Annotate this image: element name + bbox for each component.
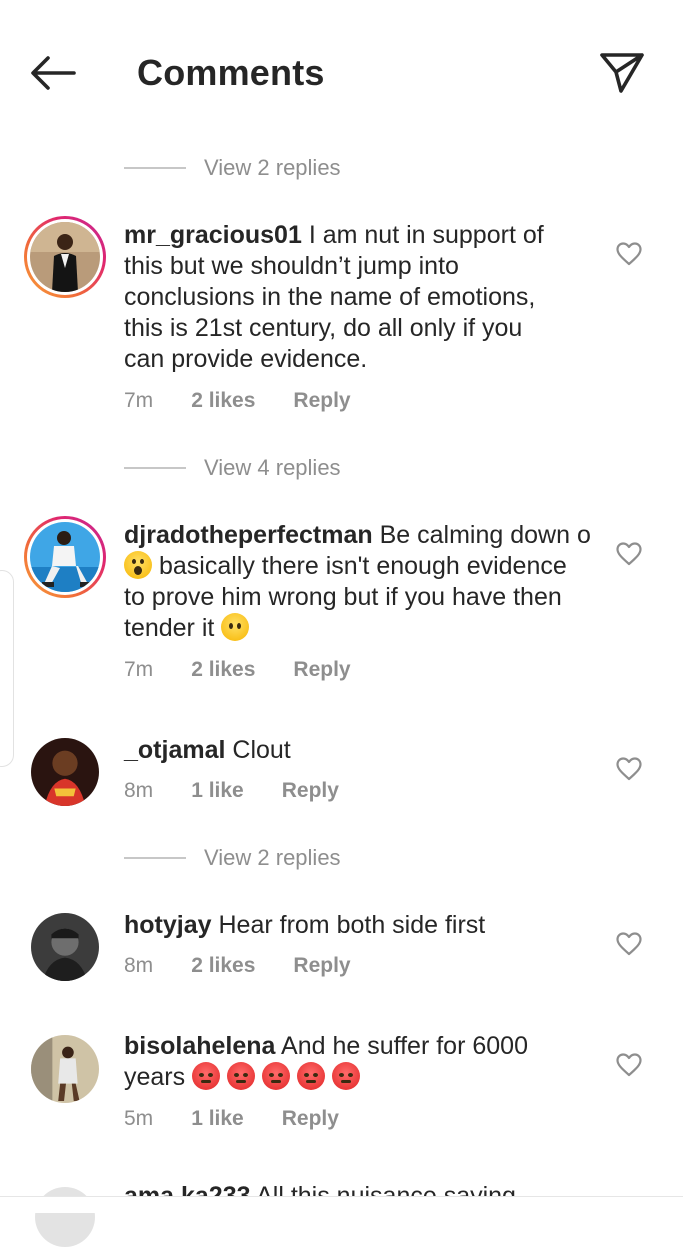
view-replies-button[interactable]: View 4 replies: [124, 453, 341, 483]
heart-outline-icon: [616, 542, 642, 566]
comment-text-block: bisolahelena And he suffer for 6000 year…: [124, 1031, 594, 1093]
no-mouth-emoji-icon: [221, 613, 250, 641]
heart-outline-icon: [616, 932, 642, 956]
reply-button[interactable]: Reply: [293, 954, 350, 978]
comment-meta: 5m 1 like Reply: [124, 1107, 339, 1131]
comment-text: basically there isn't enough evidence to…: [124, 552, 567, 642]
comment-text-block: djradotheperfectman Be calming down o ba…: [124, 520, 594, 644]
comment-time: 8m: [124, 954, 154, 977]
view-replies-label: View 2 replies: [204, 845, 341, 870]
comment-text-block: hotyjay Hear from both side first: [124, 910, 594, 941]
comment-time: 7m: [124, 658, 154, 681]
reply-button[interactable]: Reply: [282, 779, 339, 803]
heart-outline-icon: [616, 757, 642, 781]
side-panel-edge: [0, 570, 14, 767]
reply-button[interactable]: Reply: [293, 658, 350, 682]
paper-plane-icon: [600, 53, 644, 93]
header: Comments: [0, 0, 683, 130]
view-replies-label: View 2 replies: [204, 155, 341, 180]
comment-meta: 7m 2 likes Reply: [124, 658, 351, 682]
angry-emoji-icon: [296, 1062, 325, 1090]
avatar[interactable]: [31, 913, 99, 981]
back-button[interactable]: [28, 52, 78, 94]
like-button[interactable]: [616, 542, 642, 566]
avatar[interactable]: [31, 1035, 99, 1103]
bottom-bar: [0, 1196, 683, 1213]
view-replies-button[interactable]: View 2 replies: [124, 843, 341, 873]
page-title: Comments: [137, 52, 325, 93]
heart-outline-icon: [616, 242, 642, 266]
comment-username[interactable]: bisolahelena: [124, 1032, 275, 1060]
comment-text-block: mr_gracious01 I am nut in support of thi…: [124, 220, 544, 375]
like-button[interactable]: [616, 932, 642, 956]
angry-emoji-icon: [227, 1062, 256, 1090]
heart-outline-icon: [616, 1053, 642, 1077]
comment-likes[interactable]: 1 like: [191, 1107, 244, 1131]
avatar-photo: [31, 1035, 99, 1103]
avatar[interactable]: [24, 516, 106, 598]
astonished-emoji-icon: [124, 551, 152, 579]
comment-time: 7m: [124, 389, 154, 412]
comment-username[interactable]: hotyjay: [124, 911, 212, 939]
avatar[interactable]: [24, 216, 106, 298]
comment-meta: 7m 2 likes Reply: [124, 389, 351, 413]
angry-emoji-icon: [262, 1062, 290, 1090]
avatar-photo: [31, 913, 99, 981]
like-button[interactable]: [616, 1053, 642, 1077]
comment-time: 5m: [124, 1107, 154, 1130]
angry-emoji-icon: [331, 1062, 360, 1090]
angry-emoji-icon: [192, 1062, 221, 1090]
comment-time: 8m: [124, 779, 154, 802]
comment-text: Clout: [232, 736, 291, 764]
comment-likes[interactable]: 2 likes: [191, 389, 255, 413]
comment-meta: 8m 2 likes Reply: [124, 954, 351, 978]
view-replies-button[interactable]: View 2 replies: [124, 153, 341, 183]
share-button[interactable]: [598, 50, 646, 96]
avatar-photo: [31, 738, 99, 806]
comment-username[interactable]: djradotheperfectman: [124, 521, 373, 549]
comment-text-block: _otjamal Clout: [124, 735, 594, 766]
like-button[interactable]: [616, 242, 642, 266]
comment-likes[interactable]: 2 likes: [191, 658, 255, 682]
divider-line: [124, 167, 186, 169]
arrow-left-icon: [31, 56, 76, 90]
divider-line: [124, 467, 186, 469]
avatar[interactable]: [31, 738, 99, 806]
comment-text: Hear from both side first: [218, 911, 486, 939]
avatar-photo: [30, 522, 100, 592]
comment-username[interactable]: mr_gracious01: [124, 221, 302, 249]
comment-likes[interactable]: 1 like: [191, 779, 244, 803]
comment-likes[interactable]: 2 likes: [191, 954, 255, 978]
view-replies-label: View 4 replies: [204, 455, 341, 480]
comment-text: Be calming down o: [379, 521, 591, 549]
reply-button[interactable]: Reply: [282, 1107, 339, 1131]
like-button[interactable]: [616, 757, 642, 781]
avatar-photo: [30, 222, 100, 292]
divider-line: [124, 857, 186, 859]
comment-meta: 8m 1 like Reply: [124, 779, 339, 803]
comment-username[interactable]: _otjamal: [124, 736, 225, 764]
reply-button[interactable]: Reply: [293, 389, 350, 413]
